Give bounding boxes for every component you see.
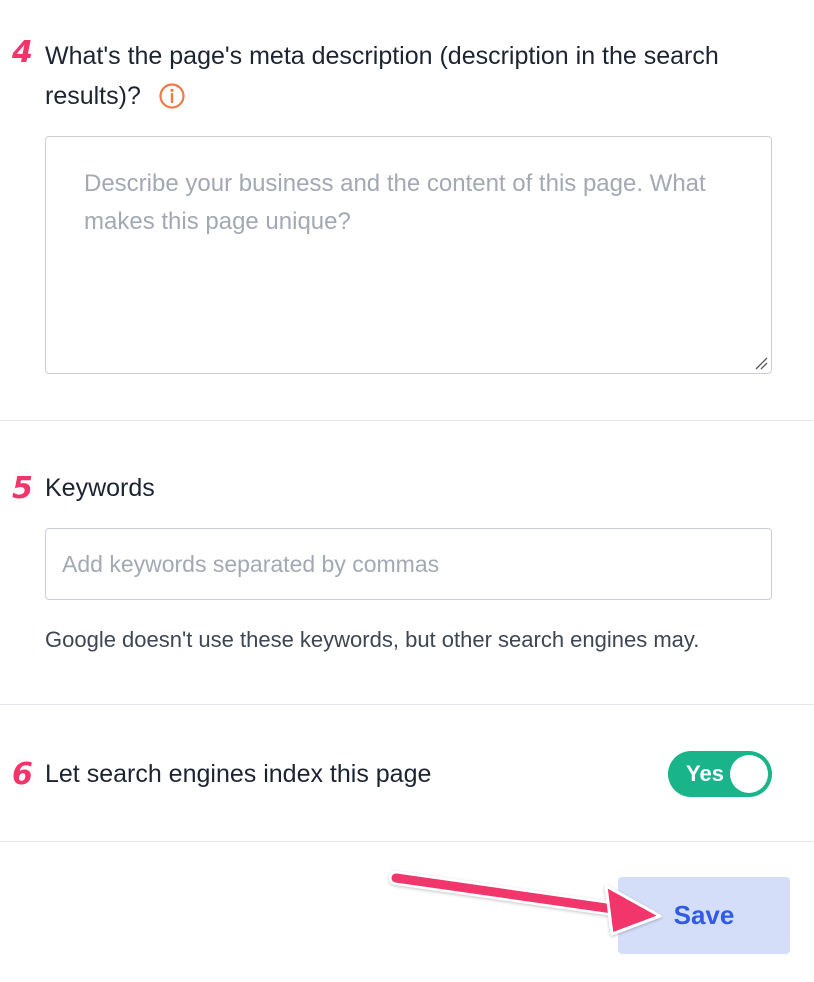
keywords-input[interactable]: Add keywords separated by commas [45,528,772,600]
meta-description-placeholder-line1: Describe your business and the content o… [84,170,706,197]
index-page-toggle[interactable]: Yes [668,751,772,797]
section-divider [0,420,814,421]
meta-description-question: What's the page's meta description (desc… [45,36,719,116]
step-badge-4: 4 [12,35,33,70]
resize-handle-icon[interactable] [754,356,768,370]
indexing-label: Let search engines index this page [45,760,432,788]
toggle-knob [730,755,768,793]
toggle-label: Yes [686,761,724,786]
meta-description-question-line2-row: results)? [45,76,719,116]
meta-description-question-line1: What's the page's meta description (desc… [45,42,719,70]
info-circle-icon[interactable] [159,81,185,109]
seo-settings-panel: 4 What's the page's meta description (de… [0,0,814,982]
keywords-helper-text: Google doesn't use these keywords, but o… [45,627,700,652]
keywords-placeholder: Add keywords separated by commas [62,550,440,577]
meta-description-placeholder: Describe your business and the content o… [84,165,733,241]
save-button[interactable]: Save [618,877,790,954]
keywords-label: Keywords [45,474,155,502]
footer-divider [0,841,814,842]
meta-description-textarea[interactable]: Describe your business and the content o… [45,136,772,374]
section-divider [0,704,814,705]
step-badge-6: 6 [12,757,33,792]
meta-description-placeholder-line2: makes this page unique? [84,208,351,235]
meta-description-question-line2: results)? [45,82,141,110]
step-badge-5: 5 [12,471,33,506]
